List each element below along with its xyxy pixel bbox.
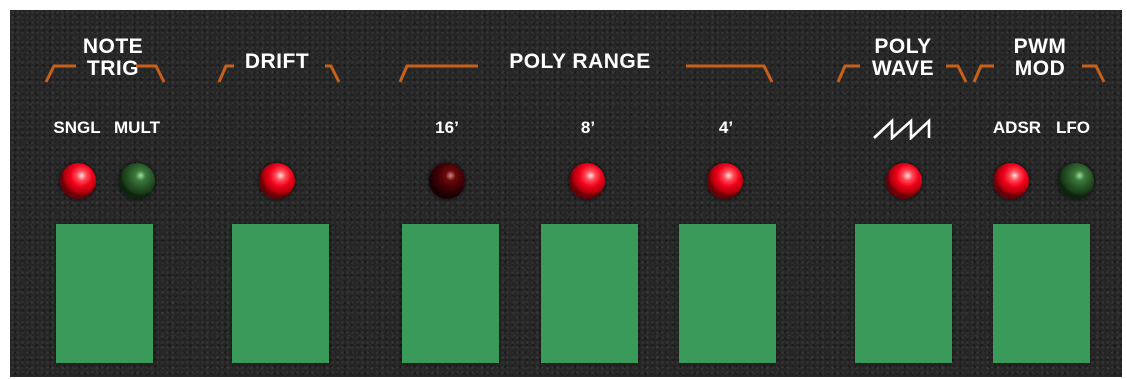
poly-range-8-button[interactable] <box>541 224 638 363</box>
led-poly-range-4 <box>707 163 743 199</box>
led-poly-range-8 <box>569 163 605 199</box>
synth-control-panel: NOTE TRIG SNGL MULT DRIFT POLY RANGE 16’… <box>10 10 1122 377</box>
note-trig-title-line1: NOTE <box>82 35 144 58</box>
led-poly-wave <box>886 163 922 199</box>
sawtooth-wave-icon <box>872 117 932 145</box>
drift-bracket <box>217 62 343 86</box>
note-trig-button[interactable] <box>56 224 153 363</box>
pwm-mod-title-line1: PWM <box>1013 35 1067 58</box>
note-trig-bracket <box>44 62 168 86</box>
led-note-trig-mult <box>119 163 155 199</box>
led-drift <box>259 163 295 199</box>
pwm-mod-bracket <box>972 62 1112 86</box>
led-poly-range-16 <box>429 163 465 199</box>
poly-wave-button[interactable] <box>855 224 952 363</box>
poly-range-16-button[interactable] <box>402 224 499 363</box>
poly-range-bracket <box>398 62 778 86</box>
poly-wave-title-line1: POLY <box>874 35 932 58</box>
range-16-label: 16’ <box>435 118 459 137</box>
poly-wave-bracket <box>836 62 976 86</box>
led-note-trig-sngl <box>60 163 96 199</box>
range-4-label: 4’ <box>718 118 734 137</box>
poly-range-4-button[interactable] <box>679 224 776 363</box>
drift-button[interactable] <box>232 224 329 363</box>
led-pwm-mod-adsr <box>993 163 1029 199</box>
led-pwm-mod-lfo <box>1058 163 1094 199</box>
pwm-mod-button[interactable] <box>993 224 1090 363</box>
mult-label: MULT <box>114 118 160 137</box>
range-8-label: 8’ <box>580 118 596 137</box>
lfo-label: LFO <box>1056 118 1090 137</box>
